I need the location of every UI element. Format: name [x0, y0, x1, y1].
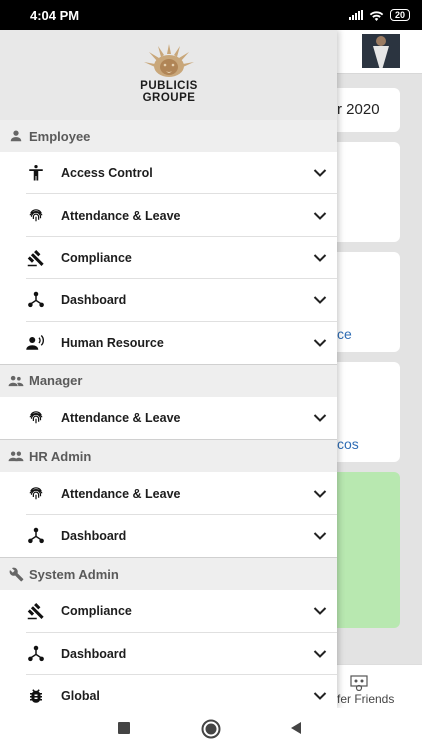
chevron-down-icon[interactable] [313, 337, 327, 349]
home-button[interactable] [201, 719, 221, 739]
device-hub-icon [26, 526, 46, 546]
menu-item-label: Compliance [61, 250, 132, 265]
menu-item-label: Access Control [61, 166, 153, 181]
menu-item-label: Dashboard [61, 293, 127, 308]
menu-item-compliance[interactable]: Compliance [0, 590, 337, 633]
menu-item-compliance[interactable]: Compliance [0, 236, 337, 280]
accessibility-icon [26, 163, 46, 183]
refer-friends-label[interactable]: fer Friends [337, 692, 394, 706]
navigation-drawer: PUBLICIS GROUPE Employee Access Control … [0, 30, 337, 708]
chevron-down-icon[interactable] [313, 210, 327, 222]
section-title: Manager [29, 373, 83, 389]
section-system-admin: System Admin [0, 558, 337, 591]
chevron-down-icon[interactable] [313, 294, 327, 306]
bg-card-link[interactable]: ce [337, 326, 352, 342]
wrench-icon [8, 566, 24, 582]
chevron-down-icon[interactable] [313, 167, 327, 179]
menu-item-dashboard[interactable]: Dashboard [0, 632, 337, 676]
menu-item-global[interactable]: Global [0, 674, 337, 708]
drawer-header: PUBLICIS GROUPE [0, 30, 337, 120]
menu-item-dashboard[interactable]: Dashboard [0, 514, 337, 558]
status-time: 4:04 PM [30, 7, 80, 23]
menu-item-human-resource[interactable]: Human Resource [0, 321, 337, 364]
record-voice-icon [26, 333, 46, 353]
bg-card-link[interactable]: cos [337, 436, 359, 452]
supervisor-icon [8, 373, 24, 389]
menu-item-access-control[interactable]: Access Control [0, 152, 337, 195]
signal-icon [348, 10, 363, 20]
menu-item-attendance-leave[interactable]: Attendance & Leave [0, 472, 337, 516]
chevron-down-icon[interactable] [313, 530, 327, 542]
section-employee: Employee [0, 120, 337, 152]
menu-item-label: Human Resource [61, 335, 164, 350]
fingerprint-icon [26, 484, 46, 504]
chevron-down-icon[interactable] [313, 690, 327, 702]
device-hub-icon [26, 644, 46, 664]
avatar[interactable] [362, 34, 400, 68]
recents-button[interactable] [117, 721, 131, 735]
wifi-icon [369, 10, 384, 21]
menu-item-attendance-leave[interactable]: Attendance & Leave [0, 396, 337, 440]
chevron-down-icon[interactable] [313, 605, 327, 617]
section-title: HR Admin [29, 448, 92, 464]
fingerprint-icon [26, 408, 46, 428]
bug-icon [26, 686, 46, 706]
chevron-down-icon[interactable] [313, 412, 327, 424]
menu-item-label: Attendance & Leave [61, 411, 181, 426]
menu-item-label: Global [61, 689, 100, 704]
section-title: System Admin [29, 566, 119, 582]
menu-item-label: Dashboard [61, 528, 127, 543]
bg-card-date-text: r 2020 [337, 101, 380, 118]
menu-item-label: Dashboard [61, 646, 127, 661]
device-hub-icon [26, 290, 46, 310]
logo-text-line1: PUBLICIS [140, 80, 198, 92]
gavel-icon [26, 248, 46, 268]
menu-item-attendance-leave[interactable]: Attendance & Leave [0, 194, 337, 238]
gavel-icon [26, 601, 46, 621]
menu-item-label: Compliance [61, 604, 132, 619]
chevron-down-icon[interactable] [313, 252, 327, 264]
menu-item-label: Attendance & Leave [61, 486, 181, 501]
people-icon [8, 448, 24, 464]
battery-icon: 20 [389, 9, 410, 21]
menu-item-label: Attendance & Leave [61, 208, 181, 223]
chevron-down-icon[interactable] [313, 488, 327, 500]
person-icon [8, 128, 24, 144]
chevron-down-icon[interactable] [313, 648, 327, 660]
publicis-logo: PUBLICIS GROUPE [133, 40, 205, 104]
logo-text-line2: GROUPE [142, 92, 196, 104]
section-manager: Manager [0, 364, 337, 397]
fingerprint-icon [26, 206, 46, 226]
menu-item-dashboard[interactable]: Dashboard [0, 279, 337, 322]
back-button[interactable] [289, 721, 303, 735]
system-nav-bar [0, 708, 422, 750]
section-hr-admin: HR Admin [0, 440, 337, 473]
lion-logo-icon [144, 44, 194, 77]
section-title: Employee [29, 128, 91, 144]
status-bar: 4:04 PM 20 [0, 0, 422, 30]
refer-friends-icon[interactable] [350, 675, 368, 691]
